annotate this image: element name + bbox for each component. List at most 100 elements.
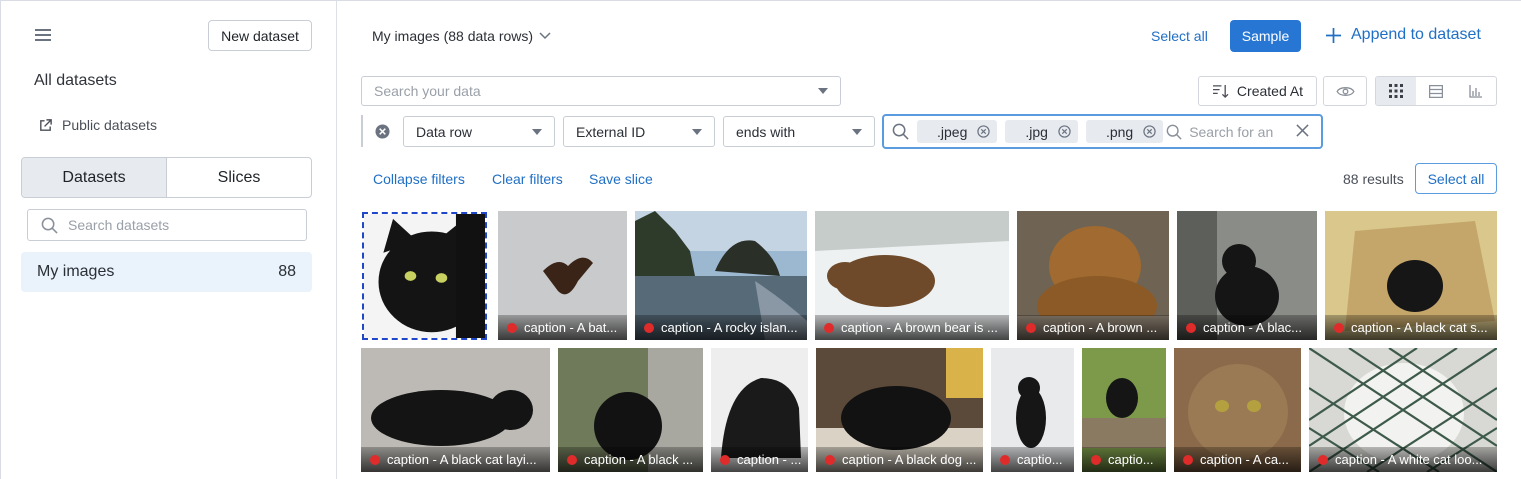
- list-view-button[interactable]: [1416, 77, 1456, 105]
- visibility-toggle[interactable]: [1323, 76, 1367, 106]
- search-data-input[interactable]: [374, 83, 794, 99]
- gallery-tile[interactable]: caption - A black cat s...: [1325, 211, 1497, 340]
- remove-chip-icon[interactable]: [1143, 125, 1156, 138]
- gallery-tile[interactable]: caption - A white cat loo...: [1309, 348, 1497, 472]
- status-dot: [1318, 454, 1328, 465]
- close-icon[interactable]: [1296, 124, 1309, 140]
- collapse-filters-link[interactable]: Collapse filters: [373, 171, 465, 187]
- sort-icon: [1212, 84, 1229, 98]
- caption-text: caption - A rocky islan...: [661, 320, 798, 335]
- sample-button[interactable]: Sample: [1230, 20, 1301, 52]
- chart-view-button[interactable]: [1456, 77, 1496, 105]
- caption-text: caption - A ca...: [1200, 452, 1289, 467]
- gallery-tile[interactable]: caption - A black ...: [558, 348, 703, 472]
- status-dot: [567, 454, 577, 465]
- data-search: [361, 76, 841, 106]
- public-datasets-link[interactable]: Public datasets: [38, 117, 157, 133]
- gallery-tile[interactable]: captio...: [1082, 348, 1166, 472]
- dataset-count: 88: [278, 263, 296, 280]
- gallery-tile[interactable]: captio...: [991, 348, 1074, 472]
- filter-value-chip: .jpeg: [917, 120, 998, 143]
- save-slice-link[interactable]: Save slice: [589, 171, 653, 187]
- filter-field-select[interactable]: External ID: [563, 116, 715, 147]
- filter-indicator: [361, 115, 363, 147]
- remove-filter-icon[interactable]: [375, 124, 390, 142]
- chip-label: .png: [1105, 123, 1134, 140]
- all-datasets-heading[interactable]: All datasets: [34, 72, 117, 90]
- status-dot: [370, 454, 380, 465]
- caption-text: caption - A black cat layi...: [387, 452, 537, 467]
- gallery-tile[interactable]: caption - A brown bear is ...: [815, 211, 1009, 340]
- eye-icon: [1335, 86, 1355, 96]
- gallery-tile[interactable]: caption - A ca...: [1174, 348, 1301, 472]
- dataset-name: My images: [37, 263, 115, 280]
- search-datasets-input[interactable]: [68, 217, 298, 233]
- filter-field-value: External ID: [576, 123, 646, 140]
- sort-button[interactable]: Created At: [1198, 76, 1317, 106]
- sidebar-item-my-images[interactable]: My images 88: [21, 252, 312, 292]
- chip-label: .jpeg: [937, 123, 968, 140]
- caption-text: caption - A brown ...: [1043, 320, 1158, 335]
- caption: caption - A ca...: [1174, 447, 1301, 472]
- gallery-tile[interactable]: caption - A brown ...: [1017, 211, 1169, 340]
- status-dot: [1183, 454, 1193, 465]
- caption-text: caption - A brown bear is ...: [841, 320, 998, 335]
- status-dot: [1026, 322, 1036, 333]
- caption-text: caption - ...: [737, 452, 802, 467]
- filter-field-type-select[interactable]: Data row: [403, 116, 555, 147]
- menu-icon[interactable]: [35, 29, 51, 43]
- caret-down-icon[interactable]: [818, 88, 828, 94]
- status-dot: [824, 322, 834, 333]
- gallery-tile[interactable]: caption - A bat...: [498, 211, 627, 340]
- tab-slices[interactable]: Slices: [167, 158, 311, 197]
- public-datasets-label: Public datasets: [62, 117, 157, 133]
- clear-filters-link[interactable]: Clear filters: [492, 171, 563, 187]
- caption-text: caption - A white cat loo...: [1335, 452, 1483, 467]
- filter-value-search-input[interactable]: [1189, 123, 1287, 140]
- gallery-tile[interactable]: caption - ...: [711, 348, 808, 472]
- chart-icon: [1469, 85, 1482, 98]
- caption-text: caption - A black cat s...: [1351, 320, 1488, 335]
- sidebar: New dataset All datasets Public datasets…: [1, 1, 337, 479]
- status-dot: [1186, 322, 1196, 333]
- caption: caption - A black dog ...: [816, 447, 983, 472]
- caption: caption - A blac...: [1177, 315, 1317, 340]
- select-all-button[interactable]: Select all: [1415, 163, 1497, 194]
- gallery-tile[interactable]: caption - A rocky islan...: [635, 211, 807, 340]
- gallery-tile[interactable]: caption - A black cat layi...: [361, 348, 550, 472]
- select-all-link[interactable]: Select all: [1151, 28, 1208, 44]
- search-icon: [41, 217, 58, 234]
- caret-down-icon: [852, 128, 862, 135]
- caption: caption - A black cat layi...: [361, 447, 550, 472]
- filter-operator-select[interactable]: ends with: [723, 116, 875, 147]
- dataset-selector-label: My images (88 data rows): [372, 28, 534, 44]
- status-dot: [1091, 454, 1101, 465]
- caption: caption - A black ...: [558, 447, 703, 472]
- caption-text: captio...: [1017, 452, 1063, 467]
- gallery-tile[interactable]: [362, 212, 487, 340]
- status-dot: [1000, 454, 1010, 465]
- filter-value-chip: .png: [1085, 120, 1164, 143]
- dataset-search: [27, 209, 307, 241]
- new-dataset-button[interactable]: New dataset: [208, 20, 312, 51]
- gallery-tile[interactable]: caption - A black dog ...: [816, 348, 983, 472]
- remove-chip-icon[interactable]: [1058, 125, 1071, 138]
- grid-view-button[interactable]: [1376, 77, 1416, 105]
- append-to-dataset-button[interactable]: Append to dataset: [1326, 26, 1481, 44]
- results-count: 88 results: [1343, 171, 1404, 187]
- caption: caption - A brown bear is ...: [815, 315, 1009, 340]
- status-dot: [507, 322, 517, 333]
- search-icon: [892, 123, 909, 140]
- tab-datasets[interactable]: Datasets: [22, 158, 167, 197]
- filter-operator-value: ends with: [736, 123, 796, 140]
- remove-chip-icon[interactable]: [977, 125, 991, 138]
- gallery-tile[interactable]: caption - A blac...: [1177, 211, 1317, 340]
- caption: caption - A rocky islan...: [635, 315, 807, 340]
- status-dot: [644, 322, 654, 333]
- status-dot: [1334, 322, 1344, 333]
- sidebar-tabs: Datasets Slices: [21, 157, 312, 198]
- search-icon: [1166, 124, 1182, 140]
- caret-down-icon: [692, 128, 702, 135]
- grid-icon: [1389, 84, 1403, 98]
- dataset-selector[interactable]: My images (88 data rows): [372, 28, 551, 44]
